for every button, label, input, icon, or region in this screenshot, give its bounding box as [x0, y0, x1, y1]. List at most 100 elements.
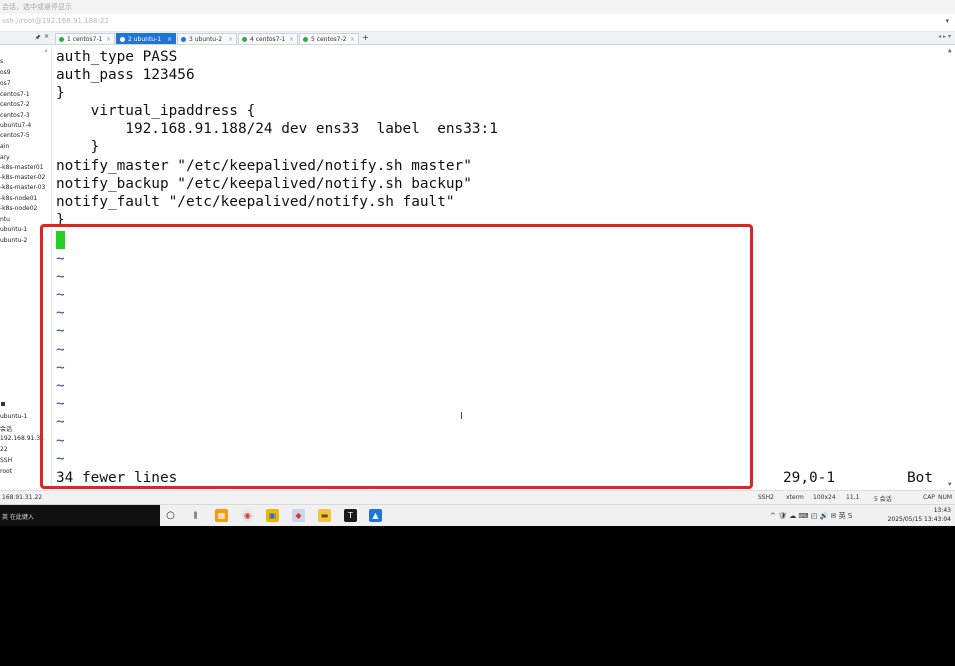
folder-icon[interactable]: ▬	[318, 509, 331, 522]
clock[interactable]: 13:43 2025/05/15 13:43:04	[888, 506, 951, 524]
sidebar-item[interactable]: centos7-3	[0, 112, 52, 119]
tab-label: 5 centos7-2	[311, 36, 347, 43]
app-icon[interactable]: ▦	[215, 509, 228, 522]
tab-label: 3 ubuntu-2	[189, 36, 223, 43]
address-bar[interactable]: ssh://root@192.168.91.188:22 ▾	[0, 14, 955, 32]
empty-line-marker: ~	[56, 360, 65, 376]
empty-line-marker: ~	[56, 305, 65, 321]
sidebar-header: 🖈 ×	[0, 32, 52, 44]
property-value: ubuntu-1	[0, 413, 28, 420]
close-icon[interactable]: ×	[289, 34, 294, 44]
ibeam-cursor-icon: I	[460, 411, 463, 422]
system-tray-icons[interactable]: ^ 🛡 ☁ ⌨ ◰ 🔊 ✉ 英 S	[770, 511, 852, 521]
new-tab-button[interactable]: +	[362, 33, 369, 43]
empty-line-marker: ~	[56, 251, 65, 267]
task-view-icon[interactable]: ⫼	[189, 509, 202, 522]
empty-line-marker: ~	[56, 287, 65, 303]
sidebar-item[interactable]: -k8s-node01	[0, 195, 52, 202]
search-icon[interactable]: ⌕	[44, 47, 48, 56]
terminal-line: notify_backup "/etc/keepalived/notify.sh…	[56, 176, 472, 192]
empty-line-marker: ~	[56, 414, 65, 430]
tab-centos7-1-b[interactable]: 4 centos7-1 ×	[238, 33, 298, 44]
status-dot-icon	[120, 37, 125, 42]
windows-taskbar: 英 在此键入 ○ ⫼ ▦ ◉ ▣ ◆ ▬ T ▲ ^ 🛡 ☁ ⌨ ◰ 🔊 ✉ 英…	[0, 504, 955, 526]
empty-line-marker: ~	[56, 451, 65, 467]
sidebar-item[interactable]: s	[0, 58, 52, 65]
sidebar-item[interactable]: -k8s-master01	[0, 164, 52, 171]
sidebar-item[interactable]: ain	[0, 143, 52, 150]
empty-line-marker: ~	[56, 269, 65, 285]
property-value: 会话	[0, 426, 13, 433]
chevron-down-icon[interactable]: ▾	[945, 17, 949, 25]
property-value: root	[0, 468, 13, 475]
close-icon[interactable]: ×	[167, 34, 172, 44]
taskbar-search-area[interactable]: 英 在此键入	[0, 505, 160, 526]
terminal-line: notify_master "/etc/keepalived/notify.sh…	[56, 158, 472, 174]
status-terminal-type: xterm	[786, 494, 804, 501]
close-icon[interactable]: ×	[350, 34, 355, 44]
status-cursor: 11,1	[846, 494, 860, 501]
sidebar-item[interactable]: os9	[0, 69, 52, 76]
sidebar-item[interactable]: centos7-2	[0, 101, 52, 108]
scrollbar[interactable]: ▲ ▼	[947, 45, 955, 490]
empty-line-marker: ~	[56, 396, 65, 412]
property-value: SSH	[0, 457, 13, 464]
chrome-icon[interactable]: ◉	[241, 509, 254, 522]
desktop-screen: 会话，选中或悬停显示 ssh://root@192.168.91.188:22 …	[0, 0, 955, 526]
empty-line-marker: ~	[56, 433, 65, 449]
sidebar-item[interactable]: -k8s-master-02	[0, 174, 52, 181]
clock-time: 13:43	[933, 507, 951, 514]
xshell-icon[interactable]: ◆	[292, 509, 305, 522]
property-value: 192.168.91.31	[0, 435, 44, 442]
input-method-indicator[interactable]: 英 在此键入	[2, 512, 34, 521]
status-size: 100x24	[813, 494, 836, 501]
hint-text: 会话，选中或悬停显示	[2, 3, 72, 11]
tab-centos7-1[interactable]: 1 centos7-1 ×	[55, 33, 115, 44]
scroll-up-icon[interactable]: ▲	[948, 47, 952, 54]
tab-centos7-2[interactable]: 5 centos7-2 ×	[299, 33, 359, 44]
text-cursor	[56, 231, 65, 249]
address-text[interactable]: ssh://root@192.168.91.188:22	[2, 17, 109, 25]
close-icon[interactable]: ×	[228, 34, 233, 44]
sidebar-item[interactable]: -k8s-node02	[0, 205, 52, 212]
sidebar-item[interactable]: ubuntu7-4	[0, 122, 52, 129]
terminal-area[interactable]: auth_type PASS auth_pass 123456 } virtua…	[52, 45, 955, 490]
tab-label: 1 centos7-1	[67, 36, 103, 43]
status-sessions: 5 会话	[874, 496, 892, 503]
status-bar: 168.91.31.22 SSH2 xterm 100x24 11,1 5 会话…	[0, 490, 955, 504]
tab-label: 2 ubuntu-1	[128, 36, 162, 43]
vim-status-message: 34 fewer lines	[56, 470, 178, 486]
clock-date: 2025/05/15 13:43:04	[887, 516, 951, 523]
hint-bar: 会话，选中或悬停显示	[0, 0, 955, 14]
sidebar-item[interactable]: ary	[0, 154, 52, 161]
status-protocol: SSH2	[758, 494, 774, 501]
typora-icon[interactable]: T	[344, 509, 357, 522]
status-num: NUM	[938, 494, 953, 501]
tab-nav-icon[interactable]: ◂ ▸ ▾	[938, 33, 951, 40]
close-icon[interactable]: ×	[106, 34, 111, 44]
sidebar-item[interactable]: ubuntu-2	[0, 237, 52, 244]
info-icon	[181, 37, 186, 42]
sidebar-item[interactable]: os7	[0, 80, 52, 87]
search-icon[interactable]: ○	[164, 509, 177, 522]
pin-icon[interactable]: 🖈	[35, 33, 41, 43]
close-icon[interactable]: ×	[44, 33, 49, 40]
app-icon[interactable]: ▣	[266, 509, 279, 522]
terminal-line: }	[56, 85, 65, 101]
scroll-down-icon[interactable]: ▼	[948, 481, 952, 488]
tab-ubuntu-1[interactable]: 2 ubuntu-1 ×	[116, 33, 176, 44]
terminal-line: }	[56, 139, 100, 155]
status-dot-icon	[59, 37, 64, 42]
sidebar-item[interactable]: centos7-1	[0, 91, 52, 98]
tab-label: 4 centos7-1	[250, 36, 286, 43]
sidebar-item[interactable]: ubuntu-1	[0, 226, 52, 233]
tab-ubuntu-2[interactable]: 3 ubuntu-2 ×	[177, 33, 237, 44]
sidebar-item[interactable]: centos7-5	[0, 132, 52, 139]
sidebar-item[interactable]: ntu	[0, 216, 52, 223]
sidebar-item[interactable]: -k8s-master-03	[0, 184, 52, 191]
photos-icon[interactable]: ▲	[369, 509, 382, 522]
empty-line-marker: ~	[56, 378, 65, 394]
terminal-line: auth_type PASS	[56, 49, 178, 65]
vim-cursor-position: 29,0-1	[783, 470, 835, 486]
terminal-line: auth_pass 123456	[56, 67, 195, 83]
